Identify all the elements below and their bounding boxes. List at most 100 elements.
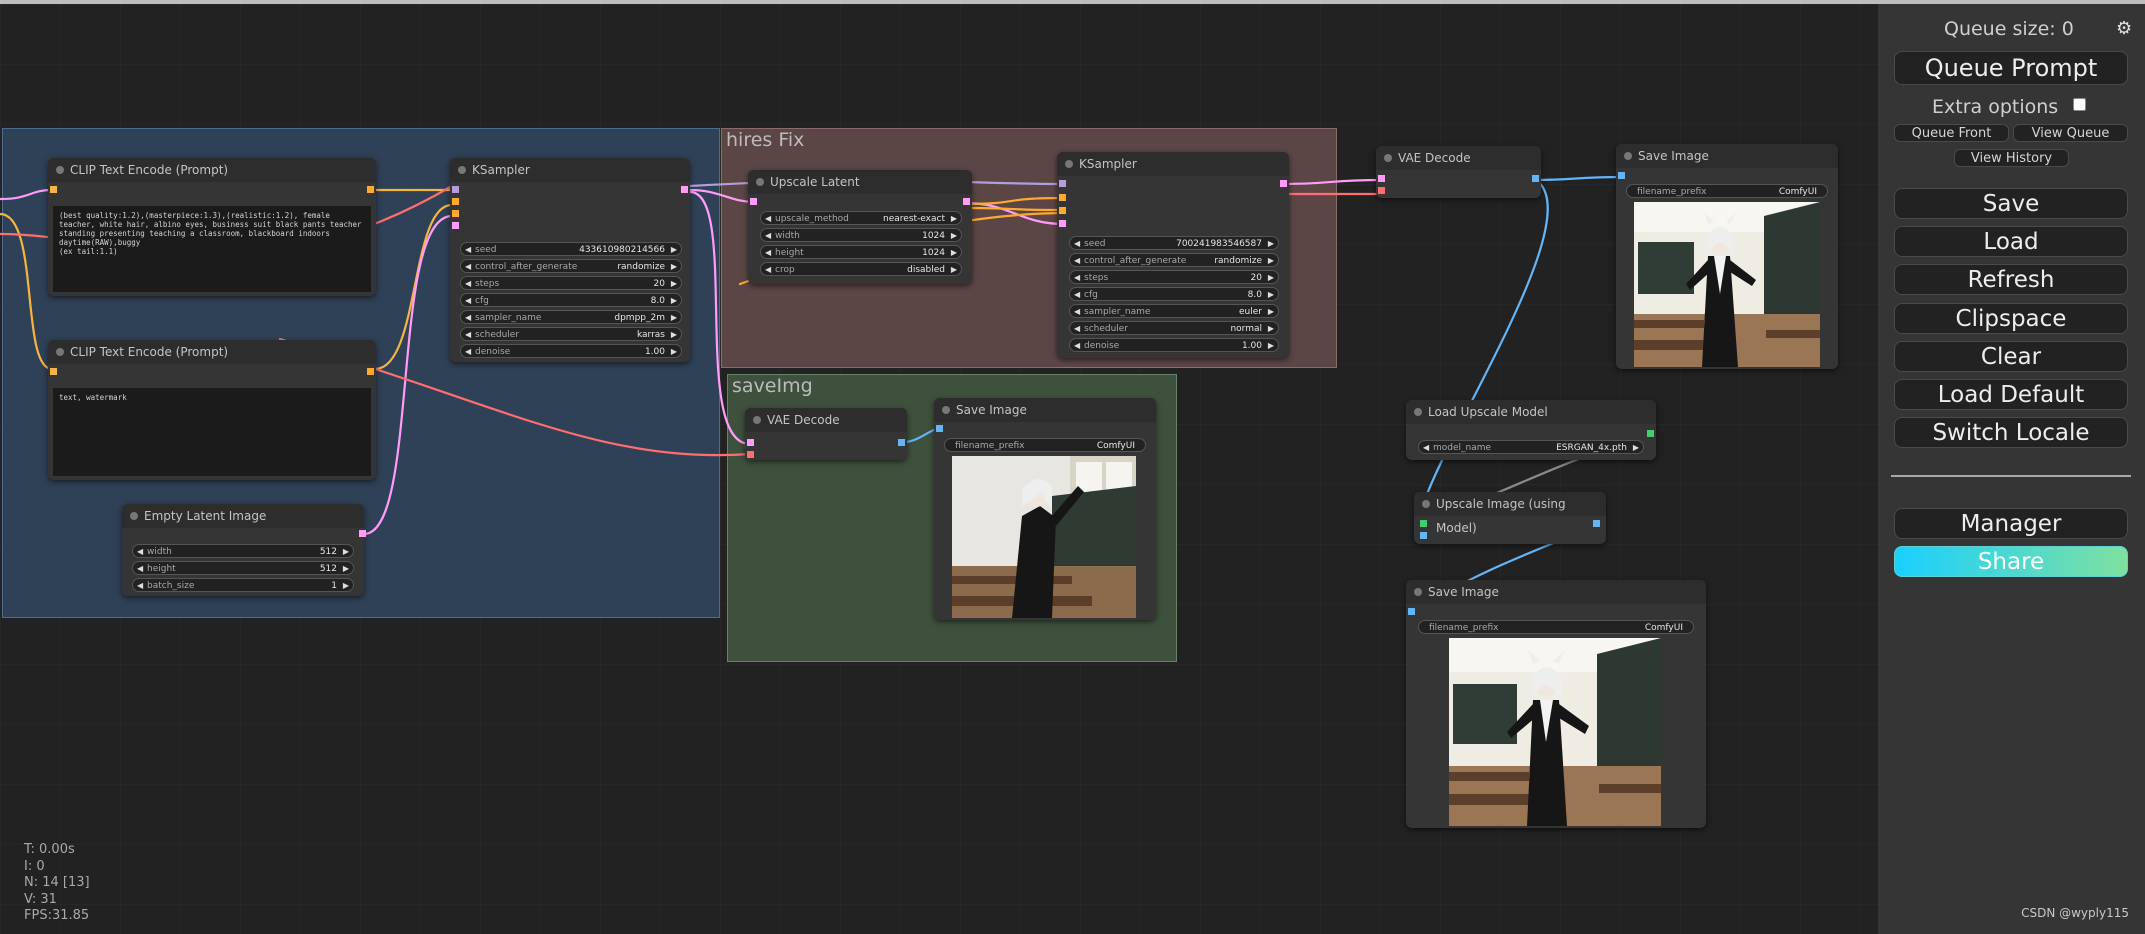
output-port-latent[interactable] <box>681 186 688 193</box>
widget-cfg[interactable]: ◀ cfg 8.0 ▶ <box>460 293 682 307</box>
view-queue-button[interactable]: View Queue <box>2013 124 2128 142</box>
load-default-button[interactable]: Load Default <box>1894 379 2128 410</box>
collapse-dot[interactable] <box>753 416 761 424</box>
increment-arrow-icon[interactable]: ▶ <box>671 328 677 342</box>
graph-canvas[interactable]: hires Fix saveImg CLIP Text Encode (Prom… <box>0 4 1878 934</box>
decrement-arrow-icon[interactable]: ◀ <box>465 277 471 291</box>
node-upscale-latent[interactable]: Upscale Latent ◀ upscale_method nearest-ex… <box>748 170 972 284</box>
refresh-button[interactable]: Refresh <box>1894 264 2128 295</box>
input-port-latent[interactable] <box>1059 220 1066 227</box>
queue-front-button[interactable]: Queue Front <box>1894 124 2009 142</box>
clear-button[interactable]: Clear <box>1894 341 2128 372</box>
output-port-image[interactable] <box>898 439 905 446</box>
share-button[interactable]: Share <box>1894 546 2128 577</box>
node-vae-decode-base[interactable]: VAE Decode <box>745 408 907 460</box>
node-empty-latent-image[interactable]: Empty Latent Image ◀ width 512 ▶ ◀ height 512… <box>122 504 366 596</box>
widget-filename-prefix[interactable]: filename_prefix ComfyUI <box>1418 620 1694 634</box>
decrement-arrow-icon[interactable]: ◀ <box>1074 237 1080 251</box>
node-upscale-image-using-model[interactable]: Upscale Image (using Model) <box>1414 492 1606 544</box>
increment-arrow-icon[interactable]: ▶ <box>1268 237 1274 251</box>
collapse-dot[interactable] <box>1414 588 1422 596</box>
widget-filename-prefix[interactable]: filename_prefix ComfyUI <box>944 438 1146 452</box>
clipspace-button[interactable]: Clipspace <box>1894 303 2128 334</box>
widget-seed[interactable]: ◀ seed 433610980214566 ▶ <box>460 242 682 256</box>
increment-arrow-icon[interactable]: ▶ <box>1268 271 1274 285</box>
decrement-arrow-icon[interactable]: ◀ <box>765 212 771 226</box>
decrement-arrow-icon[interactable]: ◀ <box>1074 339 1080 353</box>
increment-arrow-icon[interactable]: ▶ <box>1268 322 1274 336</box>
increment-arrow-icon[interactable]: ▶ <box>671 277 677 291</box>
node-title[interactable]: Save Image <box>1616 144 1838 168</box>
input-port-images[interactable] <box>1618 172 1625 179</box>
output-port-image[interactable] <box>1593 520 1600 527</box>
view-history-button[interactable]: View History <box>1954 149 2069 167</box>
node-title[interactable]: KSampler <box>450 158 690 182</box>
gear-icon[interactable]: ⚙ <box>2116 18 2132 39</box>
increment-arrow-icon[interactable]: ▶ <box>671 345 677 359</box>
node-title[interactable]: CLIP Text Encode (Prompt) <box>48 340 376 364</box>
input-port-latent[interactable] <box>452 222 459 229</box>
widget-control-after-generate[interactable]: ◀ control_after_generate randomize ▶ <box>460 259 682 273</box>
node-save-image-hires[interactable]: Save Image filename_prefix ComfyUI <box>1616 144 1838 369</box>
output-port-latent[interactable] <box>1280 180 1287 187</box>
manager-button[interactable]: Manager <box>1894 508 2128 539</box>
widget-denoise[interactable]: ◀ denoise 1.00 ▶ <box>1069 338 1279 352</box>
node-title[interactable]: Empty Latent Image <box>122 504 364 528</box>
widget-sampler-name[interactable]: ◀ sampler_name euler ▶ <box>1069 304 1279 318</box>
collapse-dot[interactable] <box>458 166 466 174</box>
node-title[interactable]: CLIP Text Encode (Prompt) <box>48 158 376 182</box>
widget-sampler-name[interactable]: ◀ sampler_name dpmpp_2m ▶ <box>460 310 682 324</box>
node-vae-decode-hires[interactable]: VAE Decode <box>1376 146 1541 198</box>
increment-arrow-icon[interactable]: ▶ <box>671 294 677 308</box>
collapse-dot[interactable] <box>1624 152 1632 160</box>
output-port-conditioning[interactable] <box>367 368 374 375</box>
input-port-upscale-model[interactable] <box>1420 520 1427 527</box>
collapse-dot[interactable] <box>1414 408 1422 416</box>
collapse-dot[interactable] <box>1422 500 1430 508</box>
widget-steps[interactable]: ◀ steps 20 ▶ <box>1069 270 1279 284</box>
decrement-arrow-icon[interactable]: ◀ <box>765 263 771 277</box>
queue-prompt-button[interactable]: Queue Prompt <box>1894 51 2128 85</box>
switch-locale-button[interactable]: Switch Locale <box>1894 417 2128 448</box>
decrement-arrow-icon[interactable]: ◀ <box>765 229 771 243</box>
decrement-arrow-icon[interactable]: ◀ <box>137 562 143 576</box>
decrement-arrow-icon[interactable]: ◀ <box>1074 288 1080 302</box>
node-ksampler-base[interactable]: KSampler ◀ seed 433610980214566 ▶ ◀ control_… <box>450 158 690 362</box>
output-port-latent[interactable] <box>963 198 970 205</box>
node-clip-text-encode-positive[interactable]: CLIP Text Encode (Prompt) (best quality:… <box>48 158 376 296</box>
input-port-negative[interactable] <box>1059 207 1066 214</box>
input-port-model[interactable] <box>1059 180 1066 187</box>
input-port-vae[interactable] <box>1378 187 1385 194</box>
widget-filename-prefix[interactable]: filename_prefix ComfyUI <box>1626 184 1828 198</box>
increment-arrow-icon[interactable]: ▶ <box>1268 288 1274 302</box>
increment-arrow-icon[interactable]: ▶ <box>951 263 957 277</box>
node-title[interactable]: Upscale Latent <box>748 170 972 194</box>
decrement-arrow-icon[interactable]: ◀ <box>137 579 143 593</box>
input-port-model[interactable] <box>452 186 459 193</box>
increment-arrow-icon[interactable]: ▶ <box>1268 305 1274 319</box>
increment-arrow-icon[interactable]: ▶ <box>343 545 349 559</box>
increment-arrow-icon[interactable]: ▶ <box>671 243 677 257</box>
decrement-arrow-icon[interactable]: ◀ <box>1423 441 1429 455</box>
increment-arrow-icon[interactable]: ▶ <box>343 579 349 593</box>
node-load-upscale-model[interactable]: Load Upscale Model ◀ model_name ESRGAN_4x.… <box>1406 400 1656 460</box>
widget-scheduler[interactable]: ◀ scheduler normal ▶ <box>1069 321 1279 335</box>
increment-arrow-icon[interactable]: ▶ <box>671 260 677 274</box>
input-port-samples[interactable] <box>1378 175 1385 182</box>
increment-arrow-icon[interactable]: ▶ <box>951 212 957 226</box>
decrement-arrow-icon[interactable]: ◀ <box>1074 322 1080 336</box>
node-clip-text-encode-negative[interactable]: CLIP Text Encode (Prompt) text, watermar… <box>48 340 376 480</box>
collapse-dot[interactable] <box>942 406 950 414</box>
input-port-samples[interactable] <box>747 439 754 446</box>
widget-width[interactable]: ◀ width 512 ▶ <box>132 544 354 558</box>
collapse-dot[interactable] <box>56 166 64 174</box>
increment-arrow-icon[interactable]: ▶ <box>1633 441 1639 455</box>
load-button[interactable]: Load <box>1894 226 2128 257</box>
decrement-arrow-icon[interactable]: ◀ <box>1074 305 1080 319</box>
increment-arrow-icon[interactable]: ▶ <box>671 311 677 325</box>
node-title[interactable]: Save Image <box>1406 580 1706 604</box>
decrement-arrow-icon[interactable]: ◀ <box>465 294 471 308</box>
increment-arrow-icon[interactable]: ▶ <box>1268 339 1274 353</box>
node-ksampler-hires[interactable]: KSampler ◀ seed 700241983546587 ▶ ◀ control_… <box>1057 152 1289 358</box>
collapse-dot[interactable] <box>1065 160 1073 168</box>
